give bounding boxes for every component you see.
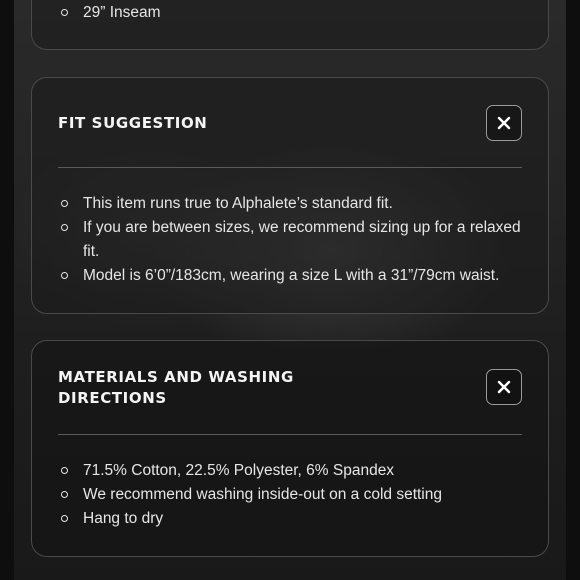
close-icon [497,380,511,394]
list-item-text: 71.5% Cotton, 22.5% Polyester, 6% Spande… [83,462,395,479]
list-item-text: We recommend washing inside-out on a col… [83,486,442,503]
list-item-text: Hang to dry [83,510,164,527]
bullet-icon [61,9,68,16]
bullet-icon [61,515,68,522]
list-item-text: This item runs true to Alphalete’s stand… [83,195,393,212]
list-item: If you are between sizes, we recommend s… [58,216,528,264]
fit-suggestion-title: FIT SUGGESTION [58,114,208,132]
close-icon [497,116,511,130]
divider [58,167,522,168]
list-item: We recommend washing inside-out on a col… [58,483,528,507]
bullet-icon [61,491,68,498]
details-list: 29” Inseam [58,1,528,25]
list-item: This item runs true to Alphalete’s stand… [58,192,528,216]
materials-close-button[interactable] [486,369,522,405]
fit-suggestion-list: This item runs true to Alphalete’s stand… [58,192,528,288]
fit-suggestion-close-button[interactable] [486,105,522,141]
materials-title-line: DIRECTIONS [58,389,167,407]
details-card: 29” Inseam [31,0,549,50]
materials-list: 71.5% Cotton, 22.5% Polyester, 6% Spande… [58,459,528,531]
bullet-icon [61,224,68,231]
left-edge [0,0,14,580]
materials-card: MATERIALS AND WASHING DIRECTIONS 71.5% C… [31,340,549,557]
divider [58,434,522,435]
fit-suggestion-card: FIT SUGGESTION This item runs true to Al… [31,77,549,314]
materials-title-line: MATERIALS AND WASHING [58,368,294,386]
right-edge [566,0,580,580]
list-item: Model is 6’0”/183cm, wearing a size L wi… [58,264,528,288]
list-item-text: 29” Inseam [83,4,161,21]
list-item-text: Model is 6’0”/183cm, wearing a size L wi… [83,267,500,284]
materials-title: MATERIALS AND WASHING DIRECTIONS [58,367,294,409]
list-item: 71.5% Cotton, 22.5% Polyester, 6% Spande… [58,459,528,483]
list-item-text: If you are between sizes, we recommend s… [83,219,521,260]
bullet-icon [61,272,68,279]
list-item: 29” Inseam [58,1,528,25]
bullet-icon [61,467,68,474]
list-item: Hang to dry [58,507,528,531]
bullet-icon [61,200,68,207]
